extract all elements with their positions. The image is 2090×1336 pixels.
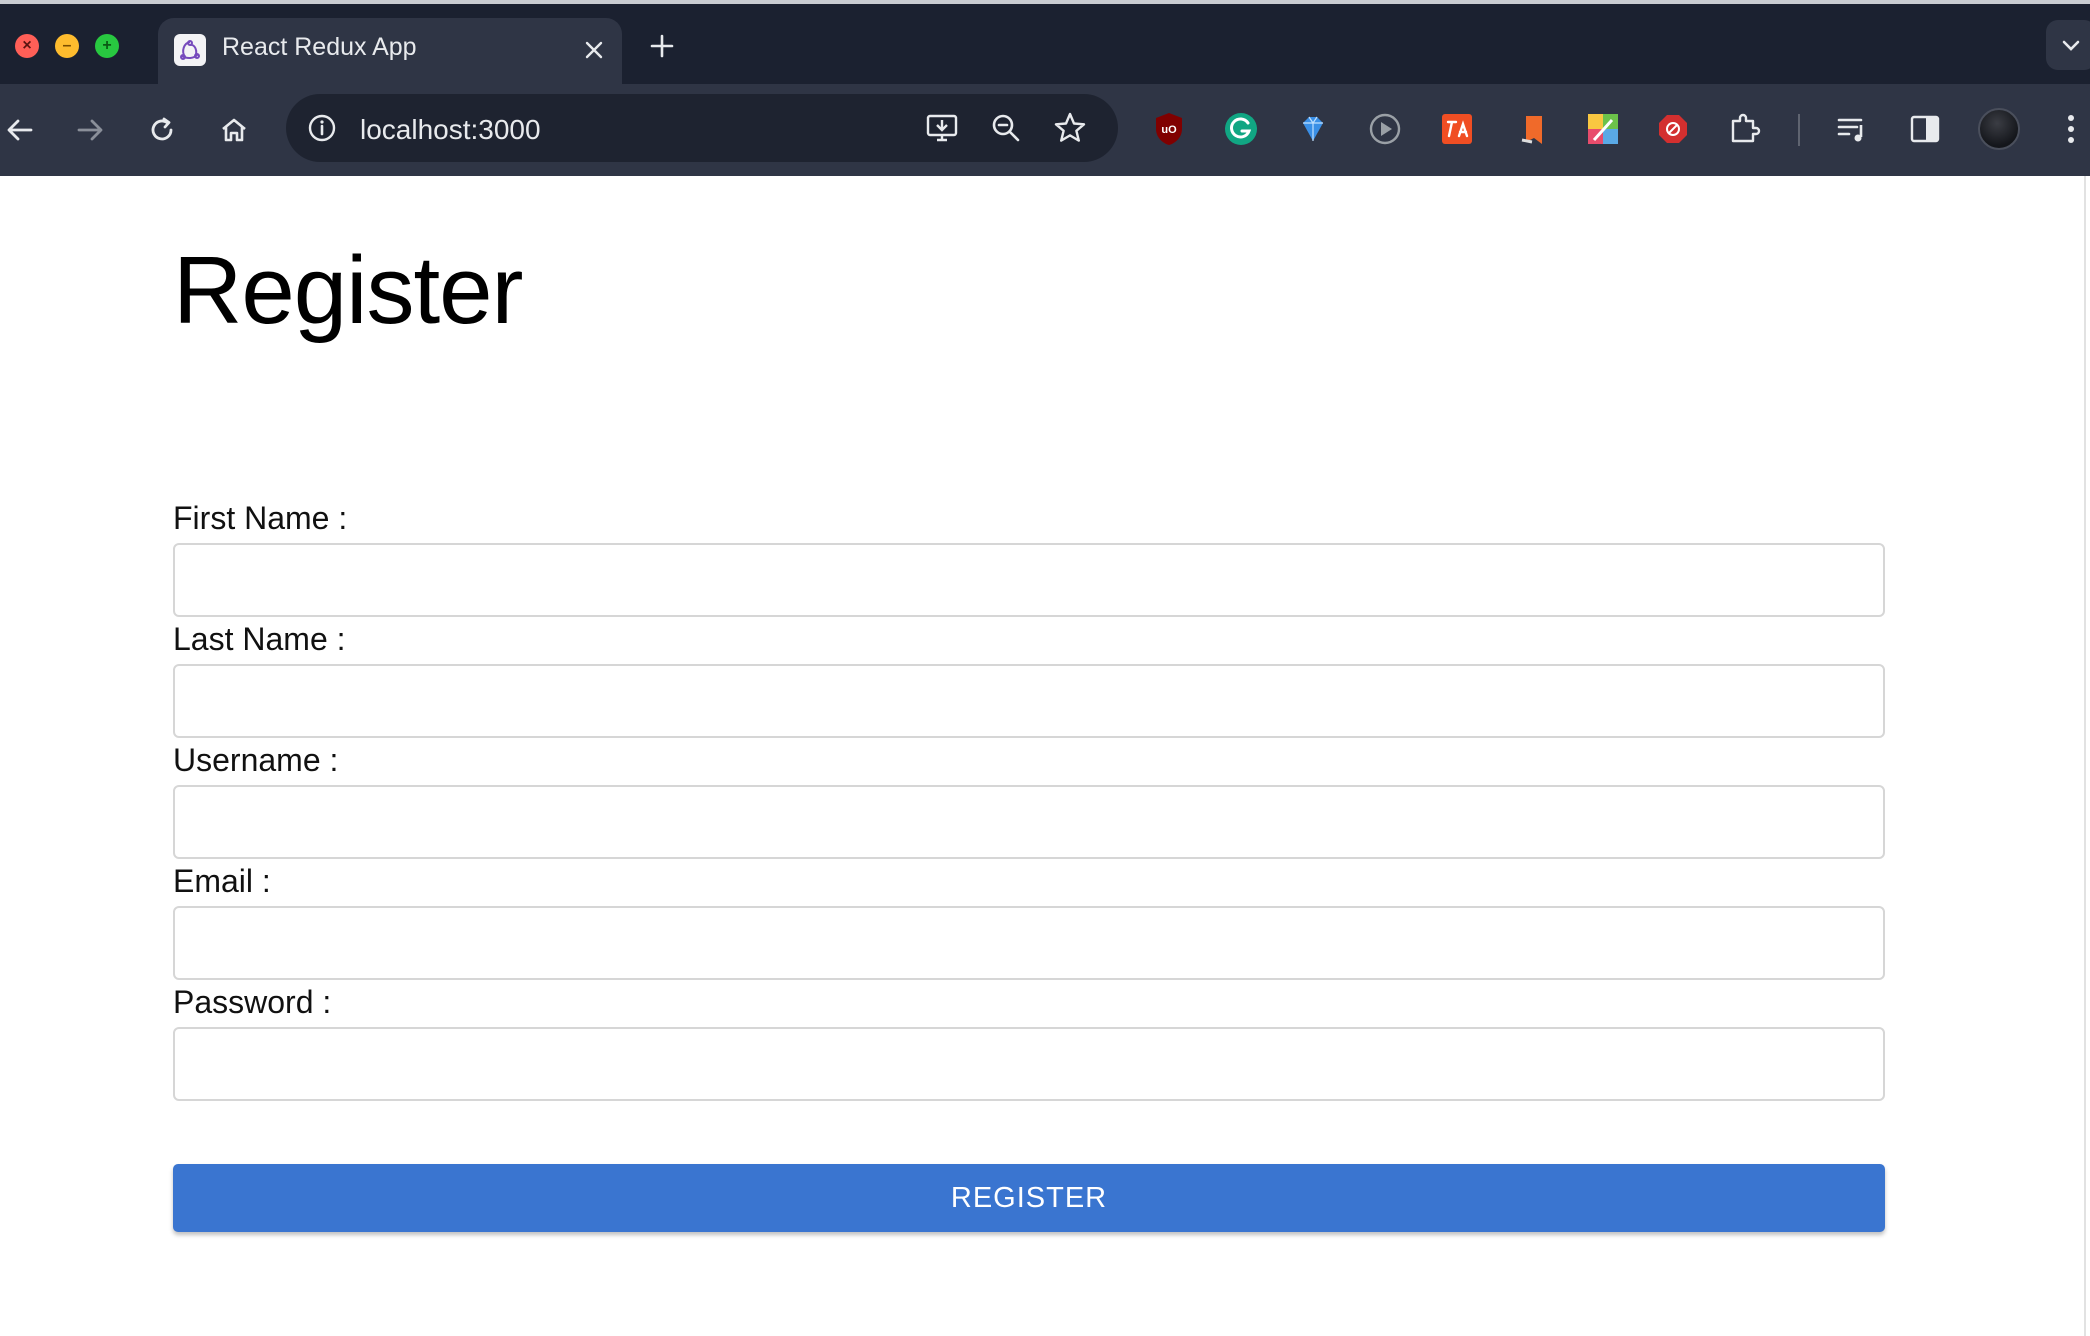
address-url[interactable]: localhost:3000: [360, 114, 541, 146]
browser-chrome: × – + React Redux App localhost:3000 uO: [0, 0, 2090, 176]
side-panel-icon[interactable]: [1904, 108, 1946, 150]
register-button[interactable]: REGISTER: [173, 1164, 1885, 1232]
reading-list-icon[interactable]: [1832, 108, 1874, 150]
home-icon[interactable]: [212, 108, 256, 152]
password-label: Password :: [173, 984, 332, 1020]
reload-icon[interactable]: [140, 108, 184, 152]
play-icon[interactable]: [1364, 108, 1406, 150]
install-app-icon[interactable]: [922, 108, 962, 148]
tab-title: React Redux App: [222, 33, 417, 61]
translate-icon[interactable]: [1436, 108, 1478, 150]
new-tab-plus-icon[interactable]: [642, 26, 682, 66]
browser-toolbar: localhost:3000 uO: [0, 84, 2090, 176]
menu-dots-icon[interactable]: [2050, 108, 2090, 150]
tab-close-icon[interactable]: [576, 32, 612, 68]
email-input[interactable]: [173, 906, 1885, 980]
window-minimize-button[interactable]: –: [55, 34, 79, 58]
toolbar-separator: [1798, 114, 1800, 146]
color-picker-icon[interactable]: [1582, 108, 1624, 150]
forward-arrow-icon[interactable]: [68, 108, 112, 152]
diamond-icon[interactable]: [1292, 108, 1334, 150]
site-info-icon[interactable]: [304, 110, 340, 146]
page-scroll-edge: [2084, 176, 2086, 1336]
minimize-glyph: –: [62, 37, 72, 54]
zoom-icon[interactable]: [986, 108, 1026, 148]
last-name-input[interactable]: [173, 664, 1885, 738]
tab-strip: × – + React Redux App: [0, 4, 2090, 86]
page-title: Register: [173, 237, 523, 344]
window-maximize-button[interactable]: +: [95, 34, 119, 58]
profile-avatar[interactable]: [1978, 108, 2020, 150]
tab-search-chevron-icon[interactable]: [2046, 20, 2090, 70]
page-content: Register First Name : Last Name : Userna…: [0, 176, 2090, 1336]
window-close-button[interactable]: ×: [15, 34, 39, 58]
adblock-icon[interactable]: [1652, 108, 1694, 150]
grammarly-icon[interactable]: [1220, 108, 1262, 150]
puzzle-icon[interactable]: [1724, 108, 1766, 150]
bookmark-star-icon[interactable]: [1050, 108, 1090, 148]
first-name-input[interactable]: [173, 543, 1885, 617]
password-input[interactable]: [173, 1027, 1885, 1101]
back-arrow-icon[interactable]: [0, 108, 42, 152]
ublock-icon[interactable]: uO: [1148, 108, 1190, 150]
username-label: Username :: [173, 742, 339, 778]
close-glyph: ×: [22, 37, 32, 54]
svg-text:uO: uO: [1161, 124, 1177, 136]
email-label: Email :: [173, 863, 271, 899]
tab-active[interactable]: React Redux App: [158, 18, 622, 86]
last-name-label: Last Name :: [173, 621, 346, 657]
redux-favicon-icon: [174, 34, 206, 66]
address-bar[interactable]: localhost:3000: [286, 94, 1118, 162]
username-input[interactable]: [173, 785, 1885, 859]
flag-icon[interactable]: [1512, 108, 1554, 150]
first-name-label: First Name :: [173, 500, 348, 536]
maximize-glyph: +: [102, 37, 112, 54]
